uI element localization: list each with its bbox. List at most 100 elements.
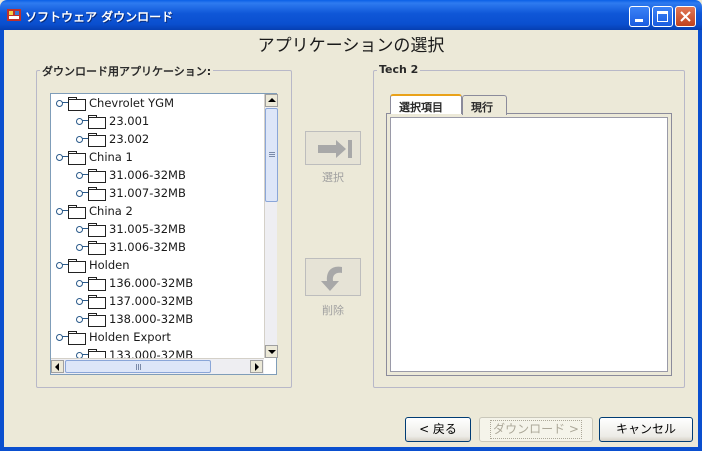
tree-node[interactable]: Holden (54, 256, 130, 274)
download-button[interactable]: ダウンロード > (479, 417, 593, 442)
folder-icon (88, 132, 106, 147)
window-frame-left (0, 30, 4, 451)
tree-handle-icon[interactable] (74, 184, 88, 202)
vertical-scrollbar[interactable] (264, 94, 278, 358)
tree-leaf[interactable]: 31.005-32MB (74, 220, 186, 238)
vertical-scroll-thumb[interactable] (265, 108, 278, 202)
tree-label: 31.006-32MB (109, 240, 186, 254)
select-button[interactable]: 選択 (305, 131, 361, 185)
tree-handle-icon[interactable] (74, 346, 88, 358)
tree-label: 23.002 (109, 132, 150, 146)
arrow-right-bar-icon (318, 140, 352, 158)
tree-handle-icon[interactable] (74, 112, 88, 130)
tree-leaf[interactable]: 31.006-32MB (74, 238, 186, 256)
tree-handle-icon[interactable] (54, 148, 68, 166)
close-icon (680, 11, 691, 22)
folder-icon (68, 330, 86, 345)
window-frame-bottom (0, 447, 702, 451)
scroll-left-button[interactable] (51, 360, 64, 373)
grip-icon (269, 154, 275, 155)
tree-leaf[interactable]: 31.007-32MB (74, 184, 186, 202)
undo-arrow-icon (321, 266, 342, 291)
tree-label: China 2 (89, 204, 133, 218)
tab-current[interactable]: 現行 (462, 95, 507, 115)
select-label: 選択 (322, 171, 344, 184)
tab-selected-items[interactable]: 選択項目 (390, 94, 462, 114)
tree-leaf[interactable]: 138.000-32MB (74, 310, 193, 328)
tree-handle-icon[interactable] (74, 130, 88, 148)
tree-handle-icon[interactable] (74, 166, 88, 184)
delete-label: 削除 (322, 304, 344, 317)
tree-node[interactable]: China 1 (54, 148, 133, 166)
scroll-up-button[interactable] (265, 94, 278, 107)
tree-leaf[interactable]: 137.000-32MB (74, 292, 193, 310)
tree-viewport[interactable]: Chevrolet YGM 23.001 23.002 China 1 31.006-3… (51, 94, 264, 358)
folder-icon (68, 96, 86, 111)
maximize-button[interactable] (652, 6, 673, 27)
app-icon (7, 9, 21, 21)
grip-icon (136, 364, 137, 370)
back-button[interactable]: < 戻る (405, 417, 471, 442)
grip-icon (269, 152, 275, 153)
up-arrow-icon (268, 98, 276, 102)
maximize-icon (657, 11, 668, 22)
tree-label: 138.000-32MB (109, 312, 194, 326)
tree-label: 137.000-32MB (109, 294, 194, 308)
tree-handle-icon[interactable] (54, 328, 68, 346)
tree-handle-icon[interactable] (74, 310, 88, 328)
delete-button[interactable]: 削除 (305, 258, 361, 320)
tree-leaf[interactable]: 136.000-32MB (74, 274, 193, 292)
delete-icon-box (305, 258, 361, 296)
grip-icon (140, 364, 141, 370)
download-label: ダウンロード > (490, 420, 582, 439)
tree-node[interactable]: Holden Export (54, 328, 171, 346)
tree-leaf[interactable]: 23.002 (74, 130, 149, 148)
folder-icon (88, 114, 106, 129)
folder-icon (88, 294, 106, 309)
scroll-right-button[interactable] (250, 360, 263, 373)
tree-label: 31.006-32MB (109, 168, 186, 182)
tree-handle-icon[interactable] (74, 274, 88, 292)
tab-panel (386, 113, 672, 376)
folder-icon (88, 222, 106, 237)
tree-leaf[interactable]: 31.006-32MB (74, 166, 186, 184)
tree-handle-icon[interactable] (54, 202, 68, 220)
folder-icon (88, 348, 106, 358)
application-group-legend: ダウンロード用アプリケーション: (40, 63, 214, 79)
folder-icon (88, 276, 106, 291)
tree-label: Holden (89, 258, 130, 272)
down-arrow-icon (268, 350, 276, 354)
back-label: < 戻る (419, 422, 457, 436)
tree-handle-icon[interactable] (54, 94, 68, 112)
horizontal-scrollbar[interactable] (51, 358, 264, 374)
tree-label: 136.000-32MB (109, 276, 194, 290)
folder-icon (88, 240, 106, 255)
tree-label: 31.007-32MB (109, 186, 186, 200)
tech2-group-legend: Tech 2 (377, 63, 421, 76)
left-arrow-icon (55, 363, 59, 371)
tree-leaf[interactable]: 23.001 (74, 112, 149, 130)
horizontal-scroll-thumb[interactable] (65, 360, 211, 373)
tree-handle-icon[interactable] (74, 292, 88, 310)
tree-handle-icon[interactable] (74, 238, 88, 256)
cancel-button[interactable]: キャンセル (599, 417, 693, 442)
scroll-down-button[interactable] (265, 345, 278, 358)
folder-icon (68, 150, 86, 165)
tree-label: China 1 (89, 150, 133, 164)
tree-label: 23.001 (109, 114, 150, 128)
minimize-button[interactable] (629, 6, 650, 27)
tree-leaf[interactable]: 133.000-32MB (74, 346, 193, 358)
tree-node[interactable]: China 2 (54, 202, 133, 220)
folder-icon (88, 186, 106, 201)
application-tree[interactable]: Chevrolet YGM 23.001 23.002 China 1 31.006-3… (50, 93, 278, 375)
folder-icon (88, 312, 106, 327)
selected-items-list[interactable] (390, 117, 668, 372)
close-button[interactable] (675, 6, 696, 27)
window-frame-right (698, 30, 702, 451)
tree-handle-icon[interactable] (74, 220, 88, 238)
title-bar[interactable]: ソフトウェア ダウンロード (0, 0, 702, 30)
select-icon-box (305, 131, 361, 165)
tree-handle-icon[interactable] (54, 256, 68, 274)
tree-node[interactable]: Chevrolet YGM (54, 94, 174, 112)
page-title: アプリケーションの選択 (257, 36, 445, 56)
